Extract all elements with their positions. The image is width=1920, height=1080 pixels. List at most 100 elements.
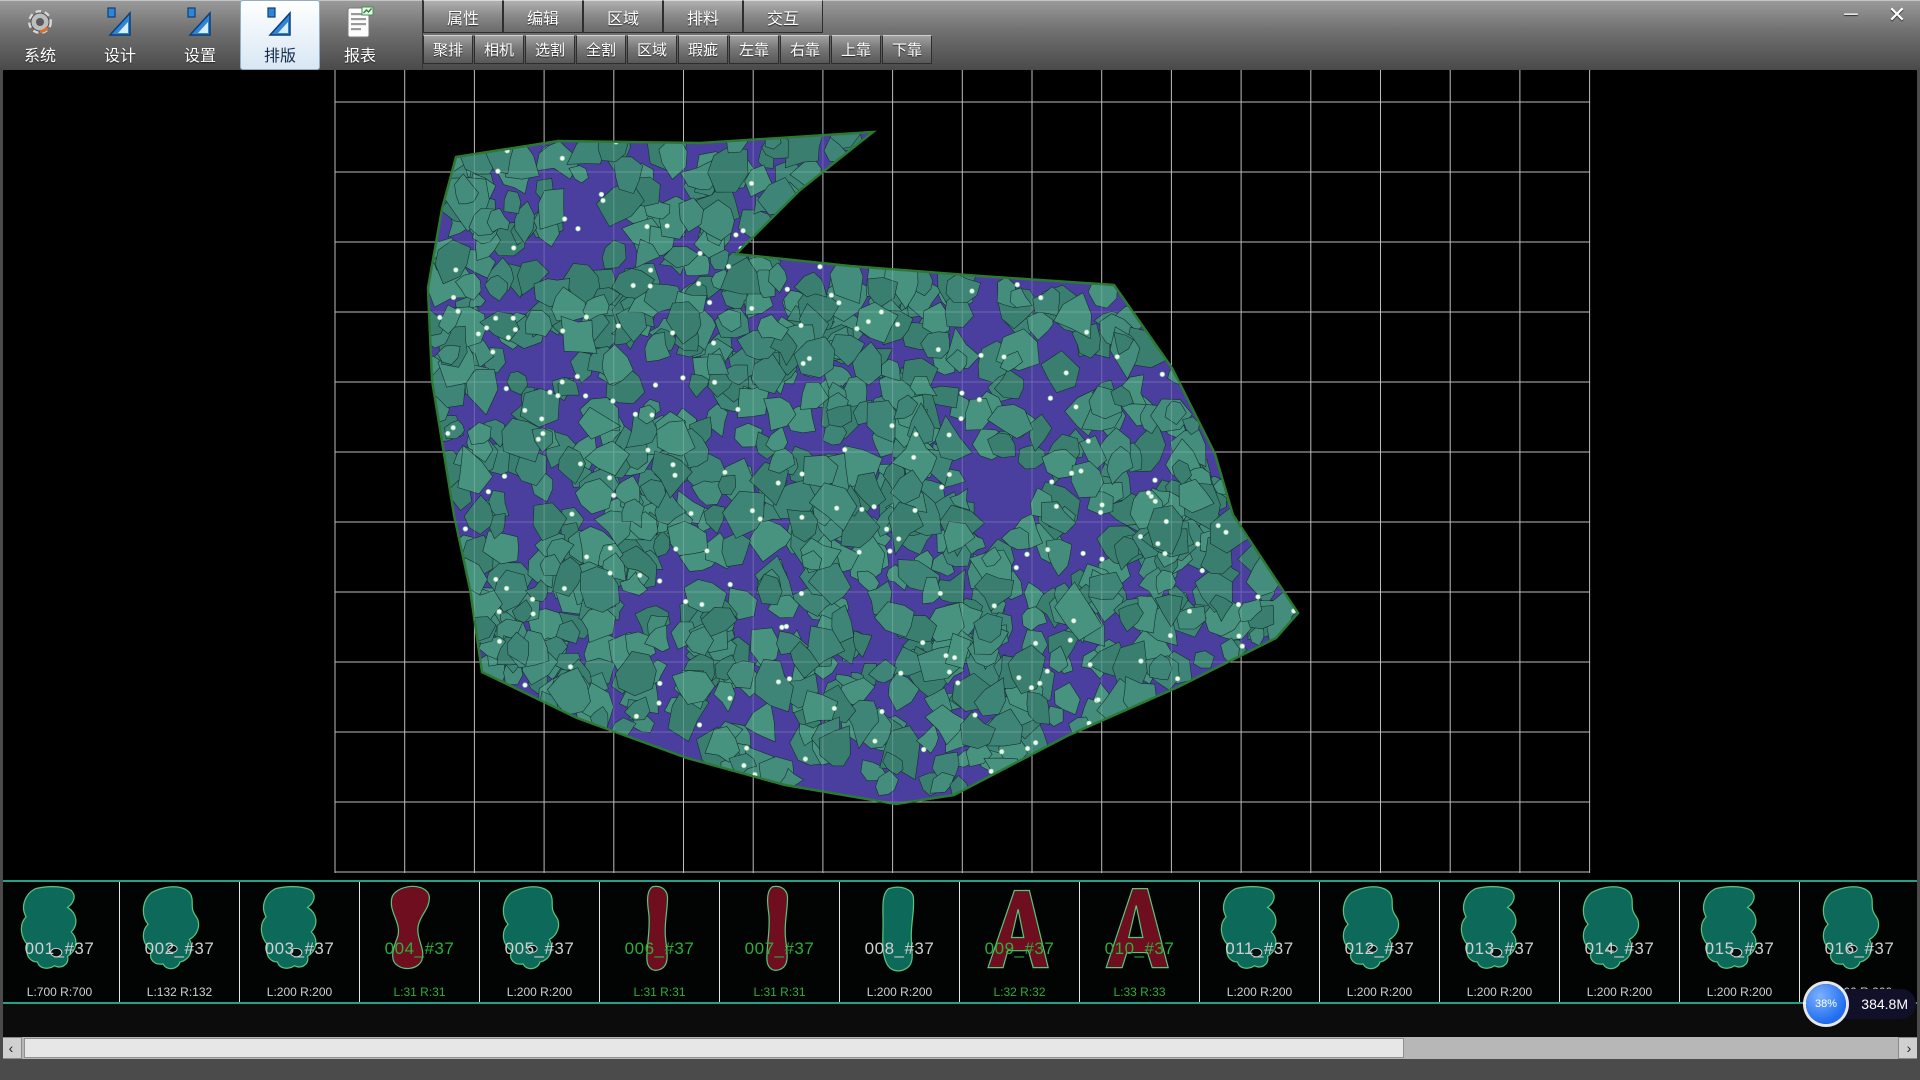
part-shape-icon <box>853 883 947 977</box>
part-lr-counts: L:200 R:200 <box>480 985 599 999</box>
part-lr-counts: L:31 R:31 <box>720 985 839 999</box>
horizontal-scrollbar[interactable]: ‹ › <box>0 1037 1920 1059</box>
scroll-thumb[interactable] <box>24 1038 1404 1058</box>
parts-strip: 001_#37L:700 R:700002_#37L:132 R:132003_… <box>0 880 1920 1004</box>
nav-item-settings[interactable]: 设置 <box>160 0 240 70</box>
part-lr-counts: L:200 R:200 <box>840 985 959 999</box>
part-shape-icon <box>133 883 227 977</box>
minimize-button[interactable]: ─ <box>1836 2 1866 28</box>
part-lr-counts: L:200 R:200 <box>1560 985 1679 999</box>
part-thumbnail[interactable]: 005_#37L:200 R:200 <box>480 882 600 1002</box>
part-shape-icon <box>733 883 827 977</box>
menu-tab-region[interactable]: 区域 <box>583 0 663 33</box>
nav-item-design[interactable]: 设计 <box>80 0 160 70</box>
menu-tab-edit[interactable]: 编辑 <box>503 0 583 33</box>
window-frame-bottom <box>0 1059 1920 1080</box>
tool-button-cluster-nest[interactable]: 聚排 <box>423 35 473 64</box>
layout-ruler-icon <box>262 5 298 41</box>
part-shape-icon <box>13 883 107 977</box>
part-shape-icon <box>1213 883 1307 977</box>
nav-item-label: 设计 <box>104 42 136 66</box>
part-thumbnail[interactable]: 012_#37L:200 R:200 <box>1320 882 1440 1002</box>
part-lr-counts: L:200 R:200 <box>1320 985 1439 999</box>
nav-item-layout[interactable]: 排版 <box>240 0 320 70</box>
part-lr-counts: L:200 R:200 <box>1200 985 1319 999</box>
part-lr-counts: L:200 R:200 <box>1680 985 1799 999</box>
leather-hide[interactable] <box>415 120 1304 804</box>
settings-ruler-icon <box>182 5 218 41</box>
part-shape-icon <box>253 883 347 977</box>
part-shape-icon <box>1573 883 1667 977</box>
bottom-gap <box>0 1004 1920 1037</box>
memory-value: 384.8M <box>1861 996 1908 1012</box>
nav-item-label: 系统 <box>24 42 56 66</box>
part-lr-counts: L:33 R:33 <box>1080 985 1199 999</box>
nav-item-report[interactable]: 报表 <box>320 0 400 70</box>
nested-pieces <box>415 120 1304 800</box>
part-shape-icon <box>1813 883 1907 977</box>
scroll-left-button[interactable]: ‹ <box>0 1037 22 1059</box>
part-thumbnail[interactable]: 009_#37L:32 R:32 <box>960 882 1080 1002</box>
gear-icon <box>22 5 58 41</box>
part-shape-icon <box>1333 883 1427 977</box>
close-button[interactable]: ✕ <box>1882 2 1912 28</box>
nav-item-label: 设置 <box>184 42 216 66</box>
part-thumbnail[interactable]: 008_#37L:200 R:200 <box>840 882 960 1002</box>
window-controls: ─✕ <box>1836 2 1912 28</box>
window-frame-left <box>0 70 3 1059</box>
nesting-canvas[interactable] <box>0 70 1920 880</box>
tool-button-align-left[interactable]: 左靠 <box>729 35 779 64</box>
part-thumbnail[interactable]: 007_#37L:31 R:31 <box>720 882 840 1002</box>
tool-button-select-cut[interactable]: 选割 <box>525 35 575 64</box>
part-thumbnail[interactable]: 002_#37L:132 R:132 <box>120 882 240 1002</box>
tool-button-defect[interactable]: 瑕疵 <box>678 35 728 64</box>
nav-item-system[interactable]: 系统 <box>0 0 80 70</box>
part-lr-counts: L:32 R:32 <box>960 985 1079 999</box>
part-thumbnail[interactable]: 016_#37L:200 R:200 <box>1800 882 1920 1002</box>
part-thumbnail[interactable]: 014_#37L:200 R:200 <box>1560 882 1680 1002</box>
part-thumbnail[interactable]: 011_#37L:200 R:200 <box>1200 882 1320 1002</box>
part-shape-icon <box>1453 883 1547 977</box>
tool-button-region[interactable]: 区域 <box>627 35 677 64</box>
part-shape-icon <box>973 883 1067 977</box>
tool-button-align-top[interactable]: 上靠 <box>831 35 881 64</box>
menu-tab-interact[interactable]: 交互 <box>743 0 823 33</box>
menu-tab-nesting[interactable]: 排料 <box>663 0 743 33</box>
tool-button-row: 聚排相机选割全割区域瑕疵左靠右靠上靠下靠 <box>423 35 933 66</box>
part-shape-icon <box>1693 883 1787 977</box>
part-shape-icon <box>613 883 707 977</box>
tool-button-cut-all[interactable]: 全割 <box>576 35 626 64</box>
part-thumbnail[interactable]: 006_#37L:31 R:31 <box>600 882 720 1002</box>
part-lr-counts: L:31 R:31 <box>360 985 479 999</box>
progress-badge: 38% <box>1806 984 1846 1024</box>
part-thumbnail[interactable]: 013_#37L:200 R:200 <box>1440 882 1560 1002</box>
nav-item-label: 排版 <box>264 42 296 66</box>
part-lr-counts: L:200 R:200 <box>1440 985 1559 999</box>
progress-percent: 38% <box>1815 998 1837 1010</box>
part-lr-counts: L:200 R:200 <box>240 985 359 999</box>
part-shape-icon <box>373 883 467 977</box>
tool-button-align-right[interactable]: 右靠 <box>780 35 830 64</box>
part-lr-counts: L:132 R:132 <box>120 985 239 999</box>
part-lr-counts: L:31 R:31 <box>600 985 719 999</box>
menu-tab-row: 属性编辑区域排料交互 <box>423 0 933 33</box>
tool-button-camera[interactable]: 相机 <box>474 35 524 64</box>
part-shape-icon <box>493 883 587 977</box>
nav-item-label: 报表 <box>344 42 376 66</box>
part-lr-counts: L:700 R:700 <box>0 985 119 999</box>
memory-indicator: 384.8M <box>1834 989 1916 1019</box>
part-thumbnail[interactable]: 010_#37L:33 R:33 <box>1080 882 1200 1002</box>
menu-area: 属性编辑区域排料交互 聚排相机选割全割区域瑕疵左靠右靠上靠下靠 <box>422 0 933 70</box>
main-nav: 系统 设计 设置 排版 报表 <box>0 0 400 70</box>
part-thumbnail[interactable]: 001_#37L:700 R:700 <box>0 882 120 1002</box>
tool-button-align-bottom[interactable]: 下靠 <box>882 35 932 64</box>
part-thumbnail[interactable]: 004_#37L:31 R:31 <box>360 882 480 1002</box>
part-thumbnail[interactable]: 015_#37L:200 R:200 <box>1680 882 1800 1002</box>
report-doc-icon <box>342 5 378 41</box>
canvas-svg <box>0 70 1920 880</box>
part-thumbnail[interactable]: 003_#37L:200 R:200 <box>240 882 360 1002</box>
toolbar: 系统设计设置排版报表 属性编辑区域排料交互 聚排相机选割全割区域瑕疵左靠右靠上靠… <box>0 0 1920 70</box>
design-ruler-icon <box>102 5 138 41</box>
part-shape-icon <box>1093 883 1187 977</box>
menu-tab-properties[interactable]: 属性 <box>423 0 503 33</box>
